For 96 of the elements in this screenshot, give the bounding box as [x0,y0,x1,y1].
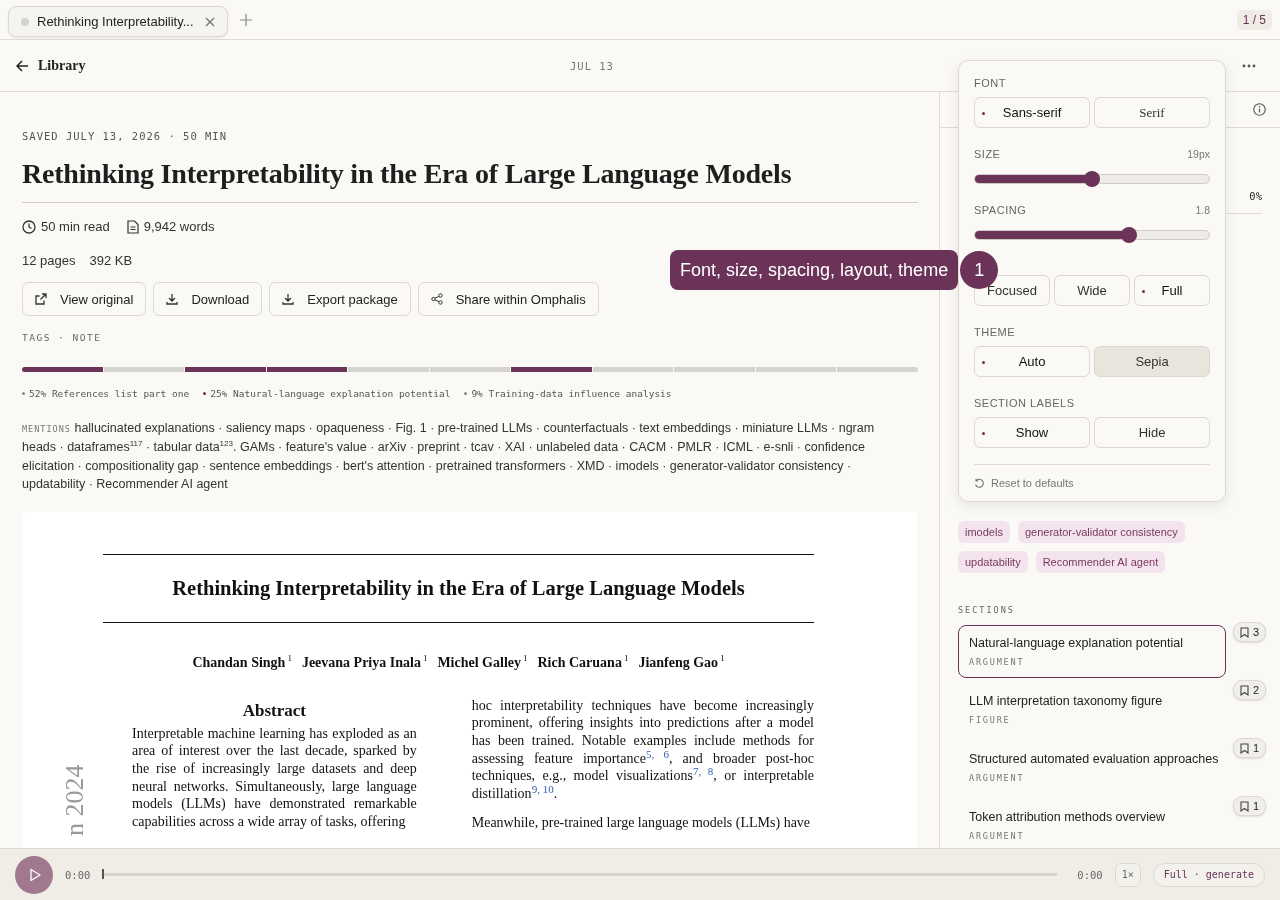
play-button[interactable] [15,855,53,894]
section-kind: ARGUMENT [969,831,1026,841]
section-item[interactable]: LLM interpretation taxonomy figure FIGURE [958,683,1226,736]
action-button[interactable]: Download [153,282,263,316]
bookmark-count: 1 [1232,738,1266,758]
page-counter: 1 / 5 [1236,9,1272,30]
setting-slider[interactable] [974,174,1210,184]
progress-reading: 0% [1249,190,1262,202]
setting-option[interactable]: Sans-serif [974,97,1090,128]
tab-dot-icon [21,17,29,26]
tag-chip[interactable]: generator-validator consistency [1017,521,1185,543]
section-item[interactable]: Structured automated evaluation approaches ARGUMENT [958,741,1226,794]
reset-button[interactable]: Reset to defaults [974,477,1074,489]
paper-paragraph: hoc interpretability techniques have become increasingly prominent, offering insights into predictions after a model has been trained. Notable examples include methods for assessing feature importance$^{5, 6}$, and broader post-hoc techniques, e.g., model visualizations$^{7, 8}$, or interpretable distillation$^{9, 10}$. [471,696,814,803]
bookmark-icon [1239,742,1249,754]
section-kind: ARGUMENT [969,657,1026,667]
play-icon [28,867,42,882]
paper-side-text: n 2024 [58,758,88,839]
section-segment[interactable] [266,367,348,372]
setting-label: SIZE [974,148,1001,160]
page-count: 12 pages [22,253,76,268]
duration-time: 0:00 [1077,868,1103,881]
bookmark-icon [1239,800,1249,812]
read-time: 50 min read [41,219,110,234]
bookmark-icon [1239,626,1249,638]
action-button[interactable]: View original [22,282,147,316]
section-kind: FIGURE [969,715,1012,725]
saved-date: SAVED JULY 13, 2026 · 50 MIN [22,130,228,142]
tab-title: Rethinking Interpretability... [37,14,194,29]
setting-option[interactable]: Hide [1094,417,1210,448]
info-icon[interactable] [1253,103,1266,116]
setting-slider[interactable] [974,230,1210,240]
setting-option[interactable]: Show [974,417,1090,448]
new-tab-icon[interactable] [240,13,252,26]
setting-label: FONT [974,77,1007,89]
setting-option[interactable]: Serif [1094,97,1210,128]
close-icon[interactable] [205,16,215,27]
browser-tab[interactable]: Rethinking Interpretability... [8,6,228,37]
paper-author: Jeevana Priya Inala$^{1}$ [301,653,428,671]
file-size: 392 KB [89,253,133,268]
paper-author: Jianfeng Gao$^{1}$ [638,653,725,671]
back-button[interactable]: Library [16,57,86,74]
paper-paragraph: Meanwhile, pre-trained large language models (LLMs) have [471,814,812,832]
setting-option[interactable]: Sepia [1094,346,1210,377]
reset-icon [974,477,985,489]
sections-label: SECTIONS [958,605,1016,615]
section-item[interactable]: Natural-language explanation potential ARGUMENT [958,625,1226,678]
tooltip: Font, size, spacing, layout, theme [670,250,959,290]
date-label: JUL 13 [570,59,614,72]
more-icon[interactable] [1242,63,1256,68]
setting-option[interactable]: Full [1134,275,1210,306]
mentions-text: MENTIONS hallucinated explanations · saliency maps · opaqueness · Fig. 1 · pre-trained LLMs · counterfactuals · text embeddings · miniature LLMs · ngram heads · dataframes$^{117}$ · tabular data$^{123}$. GAMs · feature's value · arXiv · preprint · tcav · XAI · unlabeled data · CACM · PMLR · ICML · e-snli · confidence elicitation · compositionality gap · sentence embeddings · bert's attention · pretrained transformers · XMD · imodels · generator-validator consistency · updatability · Recommender AI agent [22,420,876,493]
setting-option[interactable]: Wide [1054,275,1130,306]
section-title: LLM interpretation taxonomy figure [969,694,1164,708]
section-kind: ARGUMENT [969,773,1026,783]
bookmark-count: 1 [1232,796,1266,816]
setting-option[interactable]: Auto [974,346,1090,377]
paper-author: Michel Galley$^{1}$ [437,653,528,671]
back-arrow-icon [16,59,29,72]
document-icon [126,219,139,234]
tag-chip[interactable]: Recommender AI agent [1035,551,1166,573]
external-link-icon [35,293,47,305]
abstract-text: Interpretable machine learning has exploded as an area of interest over the last decade, sparked by the rise of increasingly large datasets and deep neural networks. Simultaneously, large language models (LLMs) have demonstrated remarkable capabilities across a wide array of tasks, offering [132,724,417,831]
paper-author: Rich Caruana$^{1}$ [537,653,629,671]
legend-text: 9% Training-data influence analysis [471,388,672,399]
tags-label: TAGS · NOTE [22,332,103,343]
section-item[interactable]: Token attribution methods overview ARGUMENT [958,799,1226,852]
section-title: Token attribution methods overview [969,810,1166,824]
section-title: Structured automated evaluation approaches [969,752,1219,766]
tag-chip[interactable]: updatability [958,551,1028,573]
paper-title: Rethinking Interpretability in the Era of Large Language Models [171,576,746,602]
tag-chip[interactable]: imodels [958,521,1010,543]
article-title: Rethinking Interpretability in the Era of Large Language Models [22,158,918,203]
word-count: 9,942 words [143,219,215,234]
setting-label: SECTION LABELS [974,397,1076,409]
bookmark-icon [1239,684,1249,696]
legend-text: 25% Natural-language explanation potential [210,388,451,399]
legend-text: 52% References list part one [29,388,190,399]
bookmark-count: 3 [1232,622,1266,642]
speed-button[interactable]: 1× [1114,862,1141,887]
setting-value: 19px [1187,148,1210,160]
action-button[interactable]: Export package [269,282,411,316]
elapsed-time: 0:00 [65,868,91,881]
abstract-heading: Abstract [241,700,307,721]
mode-button[interactable]: Full · generate [1152,862,1265,887]
share-icon [430,293,443,305]
setting-label: THEME [974,326,1016,338]
download-icon [282,293,295,305]
setting-value: 1.8 [1195,204,1210,216]
clock-icon [22,219,36,234]
paper-author: Chandan Singh$^{1}$ [192,653,292,671]
action-button[interactable]: Share within Omphalis [417,282,599,316]
download-icon [166,293,179,305]
section-title: Natural-language explanation potential [969,636,1185,650]
setting-label: SPACING [974,204,1027,216]
bookmark-count: 2 [1232,680,1266,700]
